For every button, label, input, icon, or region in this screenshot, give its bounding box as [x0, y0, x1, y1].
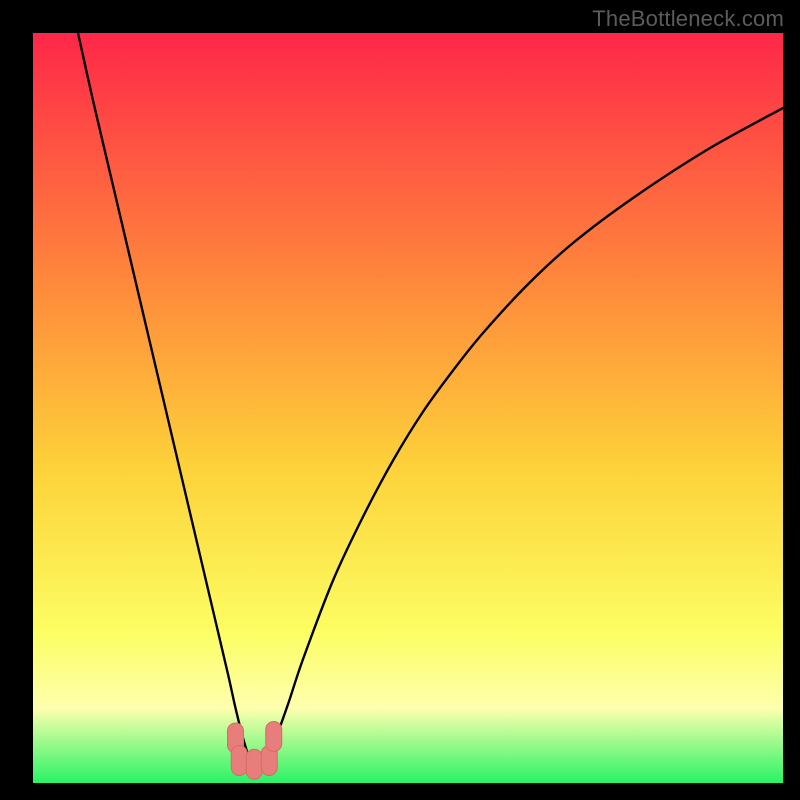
chart-frame: TheBottleneck.com — [0, 0, 800, 800]
curve-marker — [246, 749, 262, 779]
curve-marker — [266, 722, 282, 752]
plot-area — [33, 33, 783, 783]
gradient-backdrop — [33, 33, 783, 783]
curve-marker — [231, 746, 247, 776]
watermark-text: TheBottleneck.com — [592, 6, 784, 32]
chart-svg — [33, 33, 783, 783]
